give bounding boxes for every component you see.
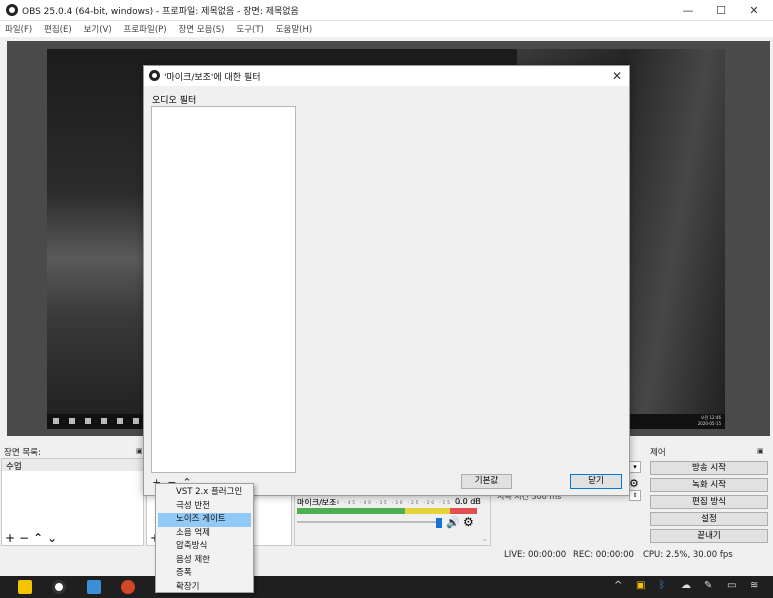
speaker-icon[interactable]: 🔊 [446, 516, 460, 529]
dock-float-icon[interactable]: ▣ [136, 447, 143, 455]
duration-spinner[interactable]: ⇕ [629, 490, 641, 501]
obs-logo-icon [6, 4, 18, 16]
menu-item-gain[interactable]: 증폭 [156, 567, 253, 581]
dialog-title: '마이크/보조'에 대한 필터 [164, 73, 261, 83]
menu-item-invert-polarity[interactable]: 극성 반전 [156, 500, 253, 514]
scene-item[interactable]: 수업 [2, 459, 143, 472]
menu-profile[interactable]: 프로파일(P) [119, 21, 171, 35]
gear-icon[interactable]: ⚙ [463, 515, 474, 529]
rec-status: REC: 00:00:00 [573, 550, 634, 560]
controls-float-icon[interactable]: ▣ [757, 447, 764, 455]
audio-filter-list[interactable] [151, 106, 296, 473]
menu-item-expander[interactable]: 확장기 [156, 581, 253, 595]
menu-tools[interactable]: 도구(T) [231, 21, 267, 35]
window-title: OBS 25.0.4 (64-bit, windows) - 프로파일: 제목없… [22, 7, 299, 17]
app-taskbar-icon[interactable] [87, 580, 101, 594]
dialog-close-icon[interactable]: ✕ [609, 68, 625, 84]
maximize-button[interactable]: ☐ [706, 2, 736, 19]
windows-taskbar: ^ ▣ ᛒ ☁ ✎ ▭ ≋ [0, 576, 773, 598]
menu-item-compressor[interactable]: 압축방식 [156, 540, 253, 554]
menu-edit[interactable]: 편집(E) [39, 21, 76, 35]
menu-scene-collection[interactable]: 장면 모음(S) [173, 21, 228, 35]
filters-dialog: '마이크/보조'에 대한 필터 ✕ 오디오 필터 +−⌃⌄ 기본값 닫기 [143, 65, 630, 496]
bluetooth-icon[interactable]: ᛒ [659, 580, 665, 591]
minimize-button[interactable]: — [673, 2, 703, 19]
obs-taskbar-icon[interactable] [52, 580, 66, 594]
cloud-icon[interactable]: ☁ [681, 580, 691, 591]
menu-help[interactable]: 도움말(H) [271, 21, 316, 35]
obs-logo-icon [149, 70, 160, 81]
powerpoint-icon[interactable] [121, 580, 135, 594]
audio-filters-label: 오디오 필터 [152, 96, 197, 106]
menu-item-limiter[interactable]: 음성 제한 [156, 554, 253, 568]
menu-view[interactable]: 보기(V) [79, 21, 116, 35]
start-recording-button[interactable]: 녹화 시작 [650, 478, 768, 492]
volume-slider-thumb[interactable] [436, 518, 442, 528]
preview-clock: 오전 12:46 2020-05-15 [697, 415, 721, 426]
transition-select-chevron[interactable]: ▾ [629, 461, 641, 473]
settings-button[interactable]: 설정 [650, 512, 768, 526]
defaults-button[interactable]: 기본값 [461, 474, 512, 489]
transition-gear-icon[interactable]: ⚙ [629, 477, 639, 490]
statusbar: LIVE: 00:00:00 REC: 00:00:00 CPU: 2.5%, … [0, 547, 773, 563]
dialog-titlebar: '마이크/보조'에 대한 필터 ✕ [144, 66, 629, 86]
wifi-icon[interactable]: ≋ [750, 580, 758, 591]
tray-app-icon[interactable]: ▣ [636, 580, 645, 591]
volume-slider-track[interactable] [297, 521, 437, 523]
studio-mode-button[interactable]: 편집 방식 [650, 495, 768, 509]
meter-scale: -60 -55 -50 -45 -40 -35 -30 -25 -20 -15 … [297, 500, 477, 505]
menu-file[interactable]: 파일(F) [0, 21, 36, 35]
menubar: 파일(F) 편집(E) 보기(V) 프로파일(P) 장면 모음(S) 도구(T)… [0, 21, 773, 37]
controls-dock-title: 제어 [650, 448, 666, 458]
scenes-dock-title: 장면 목록: [4, 448, 41, 458]
battery-icon[interactable]: ▭ [727, 580, 736, 591]
start-streaming-button[interactable]: 방송 시작 [650, 461, 768, 475]
close-window-button[interactable]: ✕ [739, 2, 769, 19]
add-filter-menu: VST 2.x 플러그인 극성 반전 노이즈 게이트 소음 억제 압축방식 음성… [155, 483, 254, 593]
menu-item-vst[interactable]: VST 2.x 플러그인 [156, 486, 253, 500]
exit-button[interactable]: 끝내기 [650, 529, 768, 543]
main-titlebar: OBS 25.0.4 (64-bit, windows) - 프로파일: 제목없… [0, 0, 773, 21]
pen-icon[interactable]: ✎ [704, 580, 712, 591]
scene-tools[interactable]: +−⌃⌄ [5, 531, 61, 545]
volume-meter [297, 508, 477, 514]
dialog-close-button[interactable]: 닫기 [570, 474, 622, 489]
menu-item-noise-suppression[interactable]: 소음 억제 [156, 527, 253, 541]
tray-chevron-icon[interactable]: ^ [614, 580, 622, 591]
scroll-down-icon[interactable]: ⌄ [482, 535, 488, 543]
cpu-status: CPU: 2.5%, 30.00 fps [643, 550, 733, 560]
live-status: LIVE: 00:00:00 [504, 550, 567, 560]
menu-item-noise-gate[interactable]: 노이즈 게이트 [158, 513, 251, 527]
sticky-notes-icon[interactable] [18, 580, 32, 594]
